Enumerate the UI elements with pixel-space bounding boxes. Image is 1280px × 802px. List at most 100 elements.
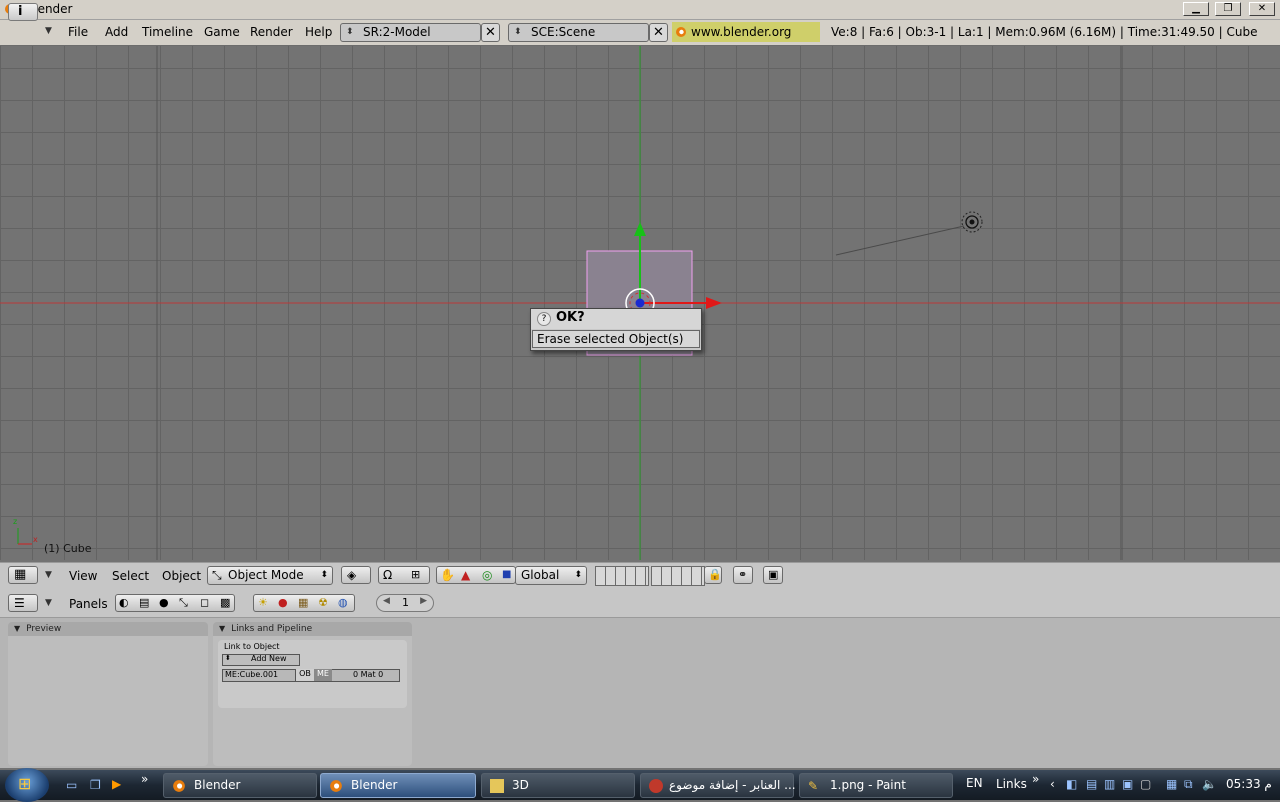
- taskbar-item-blender-1[interactable]: Blender: [163, 773, 317, 798]
- 3d-viewport[interactable]: x z: [0, 46, 1280, 560]
- layer-buttons-group-2[interactable]: [651, 566, 705, 586]
- corner-axis-x-label: x: [33, 535, 38, 544]
- tray-app-icon[interactable]: ▤: [1086, 777, 1097, 791]
- active-object-label: (1) Cube: [44, 542, 92, 555]
- tray-app-icon[interactable]: ◧: [1066, 777, 1077, 791]
- add-new-button[interactable]: ⬍ Add New: [222, 654, 300, 666]
- links-more-icon[interactable]: »: [1032, 772, 1039, 786]
- grid-view-icon: ▦: [14, 567, 27, 582]
- delete-scene-button[interactable]: ✕: [649, 23, 668, 42]
- menu-timeline[interactable]: Timeline: [142, 25, 193, 39]
- network-icon[interactable]: ⧉: [1184, 777, 1193, 792]
- delete-screen-button[interactable]: ✕: [481, 23, 500, 42]
- tray-app-icon[interactable]: ▦: [1166, 777, 1177, 791]
- draw-type-selector[interactable]: ◈: [341, 566, 371, 584]
- preview-panel-header[interactable]: ▼ Preview: [8, 622, 208, 636]
- mode-selector[interactable]: ⤡ Object Mode ⬍: [207, 566, 333, 585]
- lamp-icon[interactable]: ☀: [258, 595, 268, 611]
- switch-windows-icon[interactable]: ❐: [90, 778, 101, 792]
- lamp-center-icon: [969, 219, 975, 225]
- object-icon[interactable]: ⤡: [179, 595, 188, 611]
- tray-app-icon[interactable]: ▣: [1122, 777, 1133, 791]
- pivot-selector[interactable]: Ω ⊞: [378, 566, 430, 584]
- shading-subcontext-buttons[interactable]: ☀ ● ▦ ☢ ◍: [253, 594, 355, 612]
- ob-button[interactable]: OB: [295, 669, 314, 681]
- dialog-title: OK?: [556, 310, 585, 325]
- quicklaunch-more-icon[interactable]: »: [141, 772, 148, 786]
- texture-icon[interactable]: ▦: [298, 595, 308, 611]
- taskbar-item-browser[interactable]: العنابر - إضافة موضوع ...: [640, 773, 796, 798]
- task-label: 3D: [512, 778, 529, 792]
- layer-settings-icon: ⊞: [411, 568, 421, 581]
- taskbar-item-paint[interactable]: ✎ 1.png - Paint: [799, 773, 953, 798]
- window-type-button[interactable]: ☰: [8, 594, 38, 612]
- collapse-menu-icon[interactable]: ▼: [45, 598, 52, 608]
- material-icon[interactable]: ●: [278, 595, 288, 611]
- translate-icon[interactable]: ▲: [461, 567, 470, 583]
- mesh-name-field[interactable]: ME:Cube.001: [225, 670, 278, 679]
- menu-file[interactable]: File: [68, 25, 88, 39]
- radiosity-icon[interactable]: ☢: [318, 595, 328, 611]
- menu-add[interactable]: Add: [105, 25, 128, 39]
- snap-button[interactable]: ⚭: [733, 566, 753, 584]
- language-indicator[interactable]: EN: [966, 776, 983, 790]
- menu-object[interactable]: Object: [162, 569, 201, 583]
- shading-icon[interactable]: ●: [159, 595, 169, 611]
- arrow-right-icon[interactable]: ▶: [420, 596, 427, 606]
- tray-app-icon[interactable]: ▢: [1140, 777, 1151, 791]
- logic-icon[interactable]: ◐: [119, 595, 129, 611]
- links-toolbar[interactable]: Links: [996, 777, 1027, 791]
- start-button[interactable]: ⊞: [5, 768, 49, 802]
- arrow-left-icon[interactable]: ◀: [383, 596, 390, 606]
- collapse-triangle-icon[interactable]: ▼: [14, 624, 20, 633]
- orientation-selector[interactable]: Global ⬍: [515, 566, 587, 585]
- window-type-button[interactable]: i: [8, 3, 38, 21]
- screen-selector[interactable]: ⬍ SR:2-Model: [340, 23, 481, 42]
- lock-layers-button[interactable]: 🔒: [704, 566, 722, 584]
- taskbar-item-blender-2[interactable]: Blender: [320, 773, 476, 798]
- material-index-field[interactable]: 0 Mat 0: [353, 670, 383, 679]
- manipulator-toggles[interactable]: ✋ ▲ ◎ ■: [436, 566, 516, 584]
- blender-logo-icon: [330, 780, 342, 792]
- manipulator-y-arrow-icon: [634, 222, 646, 236]
- link-icon: ⚭: [738, 568, 748, 581]
- tray-app-icon[interactable]: ▥: [1104, 777, 1115, 791]
- scene-icon[interactable]: ▩: [220, 595, 230, 611]
- world-icon[interactable]: ◍: [338, 595, 348, 611]
- close-window-button[interactable]: ✕: [1249, 2, 1275, 16]
- layer-buttons-group-1[interactable]: [595, 566, 649, 586]
- collapse-menu-icon[interactable]: ▼: [45, 26, 52, 36]
- minimize-button[interactable]: ▁: [1183, 2, 1209, 16]
- orientation-label: Global: [521, 568, 560, 582]
- menu-render[interactable]: Render: [250, 25, 293, 39]
- clock[interactable]: 05:33 م: [1226, 777, 1272, 791]
- menu-game[interactable]: Game: [204, 25, 240, 39]
- render-view-button[interactable]: ▣: [763, 566, 783, 584]
- menu-view[interactable]: View: [69, 569, 97, 583]
- chevron-left-icon[interactable]: ‹: [1050, 777, 1055, 791]
- menu-select[interactable]: Select: [112, 569, 149, 583]
- frame-counter[interactable]: ◀ 1 ▶: [376, 594, 434, 612]
- solid-draw-icon: ◈: [347, 568, 357, 582]
- volume-icon[interactable]: 🔈: [1202, 777, 1217, 791]
- menu-help[interactable]: Help: [305, 25, 332, 39]
- me-button[interactable]: ME: [314, 669, 332, 681]
- rotate-icon[interactable]: ◎: [482, 567, 492, 583]
- collapse-menu-icon[interactable]: ▼: [45, 570, 52, 580]
- show-desktop-icon[interactable]: ▭: [66, 778, 77, 792]
- collapse-triangle-icon[interactable]: ▼: [219, 624, 225, 633]
- window-type-button[interactable]: ▦: [8, 566, 38, 584]
- media-player-icon[interactable]: ▶: [112, 777, 121, 791]
- blender-url-button[interactable]: www.blender.org 248.1: [672, 22, 820, 59]
- links-panel-header[interactable]: ▼ Links and Pipeline: [213, 622, 412, 636]
- script-icon[interactable]: ▤: [139, 595, 149, 611]
- maximize-button[interactable]: ❐: [1215, 2, 1241, 16]
- context-buttons[interactable]: ◐ ▤ ● ⤡ ◻ ▩: [115, 594, 235, 612]
- hand-icon[interactable]: ✋: [440, 567, 455, 583]
- editing-icon[interactable]: ◻: [200, 595, 209, 611]
- scene-selector[interactable]: ⬍ SCE:Scene: [508, 23, 649, 42]
- frame-value: 1: [402, 596, 409, 609]
- taskbar-item-3d[interactable]: 3D: [481, 773, 635, 798]
- scale-icon[interactable]: ■: [502, 567, 511, 583]
- erase-confirm-button[interactable]: Erase selected Object(s): [532, 330, 700, 348]
